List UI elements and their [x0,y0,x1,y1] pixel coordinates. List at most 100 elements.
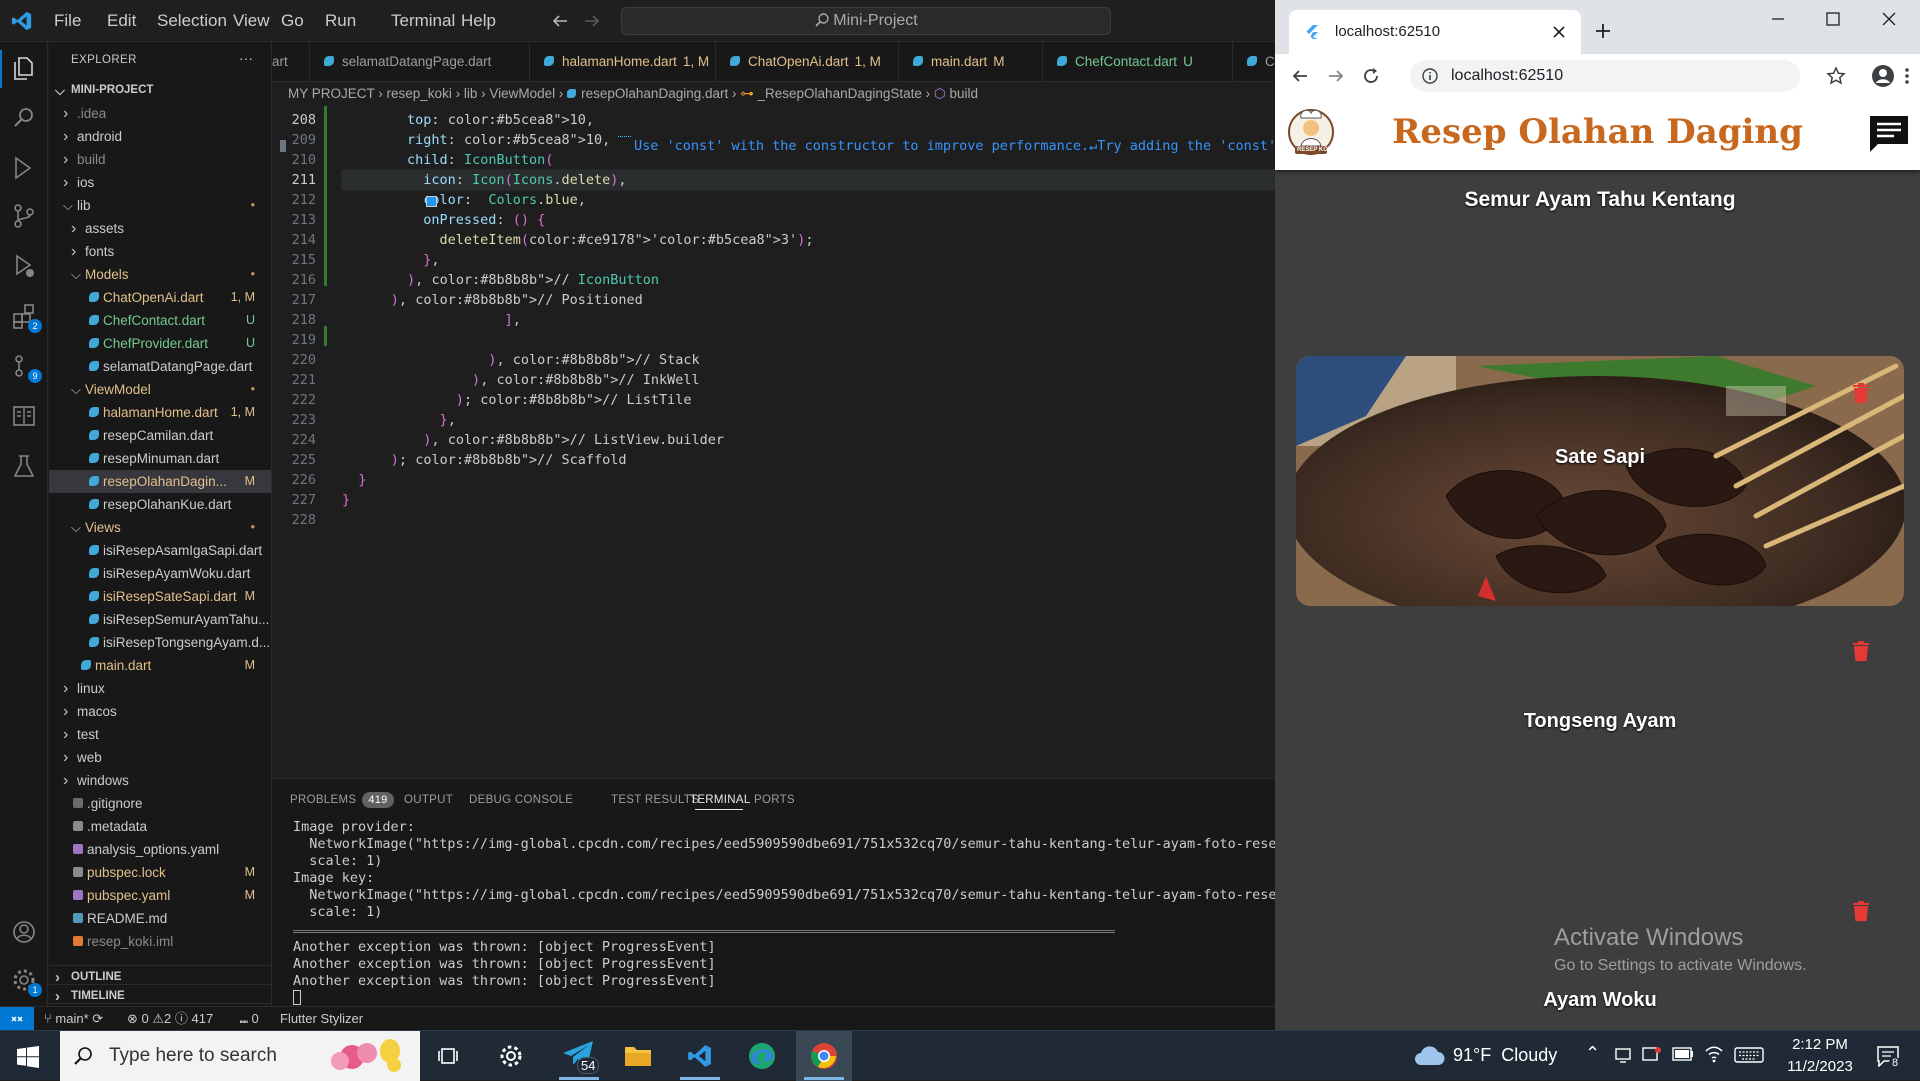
tree-folder[interactable]: › build [49,148,271,171]
recipe-card[interactable]: Tongseng Ayam [1296,614,1904,814]
site-info-icon[interactable] [1422,68,1438,84]
menu-view[interactable]: View [233,0,270,42]
tree-file[interactable]: pubspec.yaml M [49,884,271,907]
notification-app-icon[interactable] [1642,1046,1662,1064]
tree-folder[interactable]: › ios [49,171,271,194]
editor-tab[interactable]: halamanHome.dart 1, M [530,42,716,81]
bookmark-star-icon[interactable] [1826,66,1846,86]
menu-edit[interactable]: Edit [107,0,136,42]
tree-folder[interactable]: ⌵ lib • [49,194,271,217]
panel-tab-debug-console[interactable]: DEBUG CONSOLE [469,789,573,811]
book-icon[interactable] [10,402,38,430]
editor-tab[interactable]: C [1233,42,1275,81]
tree-file[interactable]: isiResepAyamWoku.dart [49,562,271,585]
tree-file[interactable]: pubspec.lock M [49,861,271,884]
panel-tab-terminal[interactable]: TERMINAL [690,789,751,811]
remote-explorer-icon[interactable]: 9 [10,352,42,383]
windows-start-icon[interactable] [17,1046,39,1068]
menu-file[interactable]: File [54,0,81,42]
remote-indicator[interactable] [0,1007,34,1030]
menu-go[interactable]: Go [281,0,304,42]
ports-indicator[interactable]: ⑉ 0 [240,1007,259,1030]
explorer-more-button[interactable]: ··· [239,50,253,66]
chat-icon[interactable] [1868,114,1910,154]
panel-tab-output[interactable]: OUTPUT [404,789,453,811]
problems-indicator[interactable]: ⊗ 0 ⚠2 ⓘ 417 [127,1007,213,1030]
tree-folder[interactable]: › web [49,746,271,769]
device-icon[interactable] [1614,1046,1632,1064]
tree-file[interactable]: isiResepSemurAyamTahu... [49,608,271,631]
tree-file[interactable]: ChefContact.dart U [49,309,271,332]
delete-icon[interactable] [1852,382,1870,404]
breadcrumb-item[interactable]: build [949,86,978,101]
wifi-icon[interactable] [1704,1045,1724,1063]
tree-folder[interactable]: › linux [49,677,271,700]
tree-folder[interactable]: ⌵ ViewModel • [49,378,271,401]
source-control-icon[interactable] [10,202,38,230]
tree-folder[interactable]: › test [49,723,271,746]
new-tab-icon[interactable] [1595,23,1611,39]
code-editor[interactable]: 208 top: color:#b5cea8">10, 209 right: co… [272,106,1275,778]
editor-tab[interactable]: ChefContact.dart U [1043,42,1233,81]
recipe-card[interactable]: Ayam Woku [1296,874,1904,1030]
debug-icon[interactable] [10,252,38,280]
editor-tab[interactable]: main.dart M [899,42,1043,81]
delete-icon[interactable] [1852,640,1870,662]
vscode-taskbar-button[interactable] [672,1031,728,1081]
search-icon[interactable] [10,104,38,132]
edge-taskbar-button[interactable] [734,1031,790,1081]
minimize-icon[interactable] [1771,12,1785,26]
tree-file[interactable]: halamanHome.dart 1, M [49,401,271,424]
extensions-icon[interactable]: 2 [10,302,42,333]
back-icon[interactable] [1291,67,1309,85]
battery-icon[interactable] [1672,1047,1694,1061]
tree-file[interactable]: main.dart M [49,654,271,677]
panel-tab-test-results[interactable]: TEST RESULTS [611,789,699,811]
delete-icon[interactable] [1852,900,1870,922]
breadcrumb-item[interactable]: resep_koki [387,86,452,101]
breadcrumb-item[interactable]: lib [464,86,478,101]
menu-kebab-icon[interactable] [1889,66,1909,86]
keyboard-icon[interactable] [1734,1046,1764,1064]
tree-folder[interactable]: › .idea [49,102,271,125]
weather-text[interactable]: 91°F Cloudy [1453,1045,1557,1066]
menu-help[interactable]: Help [461,0,496,42]
tree-file[interactable]: resepOlahanKue.dart [49,493,271,516]
tree-folder[interactable]: ⌵ Models • [49,263,271,286]
taskbar-search[interactable]: Type here to search [60,1031,420,1081]
menu-terminal[interactable]: Terminal [391,0,455,42]
menu-selection[interactable]: Selection [157,0,227,42]
tree-folder[interactable]: › android [49,125,271,148]
panel-tab-ports[interactable]: PORTS [754,789,795,811]
settings-gear-icon[interactable]: 1 [10,966,42,997]
chrome-taskbar-button[interactable] [796,1031,852,1081]
task-view-icon[interactable] [438,1045,460,1067]
tree-file[interactable]: analysis_options.yaml [49,838,271,861]
tree-file[interactable]: ChatOpenAi.dart 1, M [49,286,271,309]
maximize-icon[interactable] [1826,12,1840,26]
file-explorer-taskbar-button[interactable] [609,1031,665,1081]
menu-run[interactable]: Run [325,0,356,42]
tree-folder[interactable]: › windows [49,769,271,792]
back-arrow-icon[interactable] [551,12,569,30]
branch-indicator[interactable]: ⑂ main* ⟳ [44,1007,103,1030]
address-bar[interactable]: localhost:62510 [1410,60,1800,92]
tree-folder[interactable]: › macos [49,700,271,723]
tree-folder[interactable]: › fonts [49,240,271,263]
recipe-card[interactable]: Sate Sapi [1296,356,1904,606]
forward-arrow-icon[interactable] [583,12,601,30]
tree-file[interactable]: isiResepAsamIgaSapi.dart [49,539,271,562]
recipe-card[interactable]: Semur Ayam Tahu Kentang [1296,188,1904,348]
tree-file[interactable]: resepCamilan.dart [49,424,271,447]
breadcrumb-item[interactable]: MY PROJECT [288,86,375,101]
flutter-stylizer-status[interactable]: Flutter Stylizer [280,1007,363,1030]
command-center-search[interactable]: Mini-Project [621,7,1111,35]
editor-tab[interactable]: ChatOpenAi.dart 1, M [716,42,899,81]
tree-folder[interactable]: ⌵ Views • [49,516,271,539]
color-swatch[interactable] [426,196,437,207]
accounts-icon[interactable] [10,918,38,946]
editor-tab[interactable]: selamatDatangPage.dart [310,42,530,81]
tree-file[interactable]: resep_koki.iml [49,930,271,953]
close-tab-icon[interactable] [1553,26,1565,38]
tree-file[interactable]: isiResepTongsengAyam.d... [49,631,271,654]
